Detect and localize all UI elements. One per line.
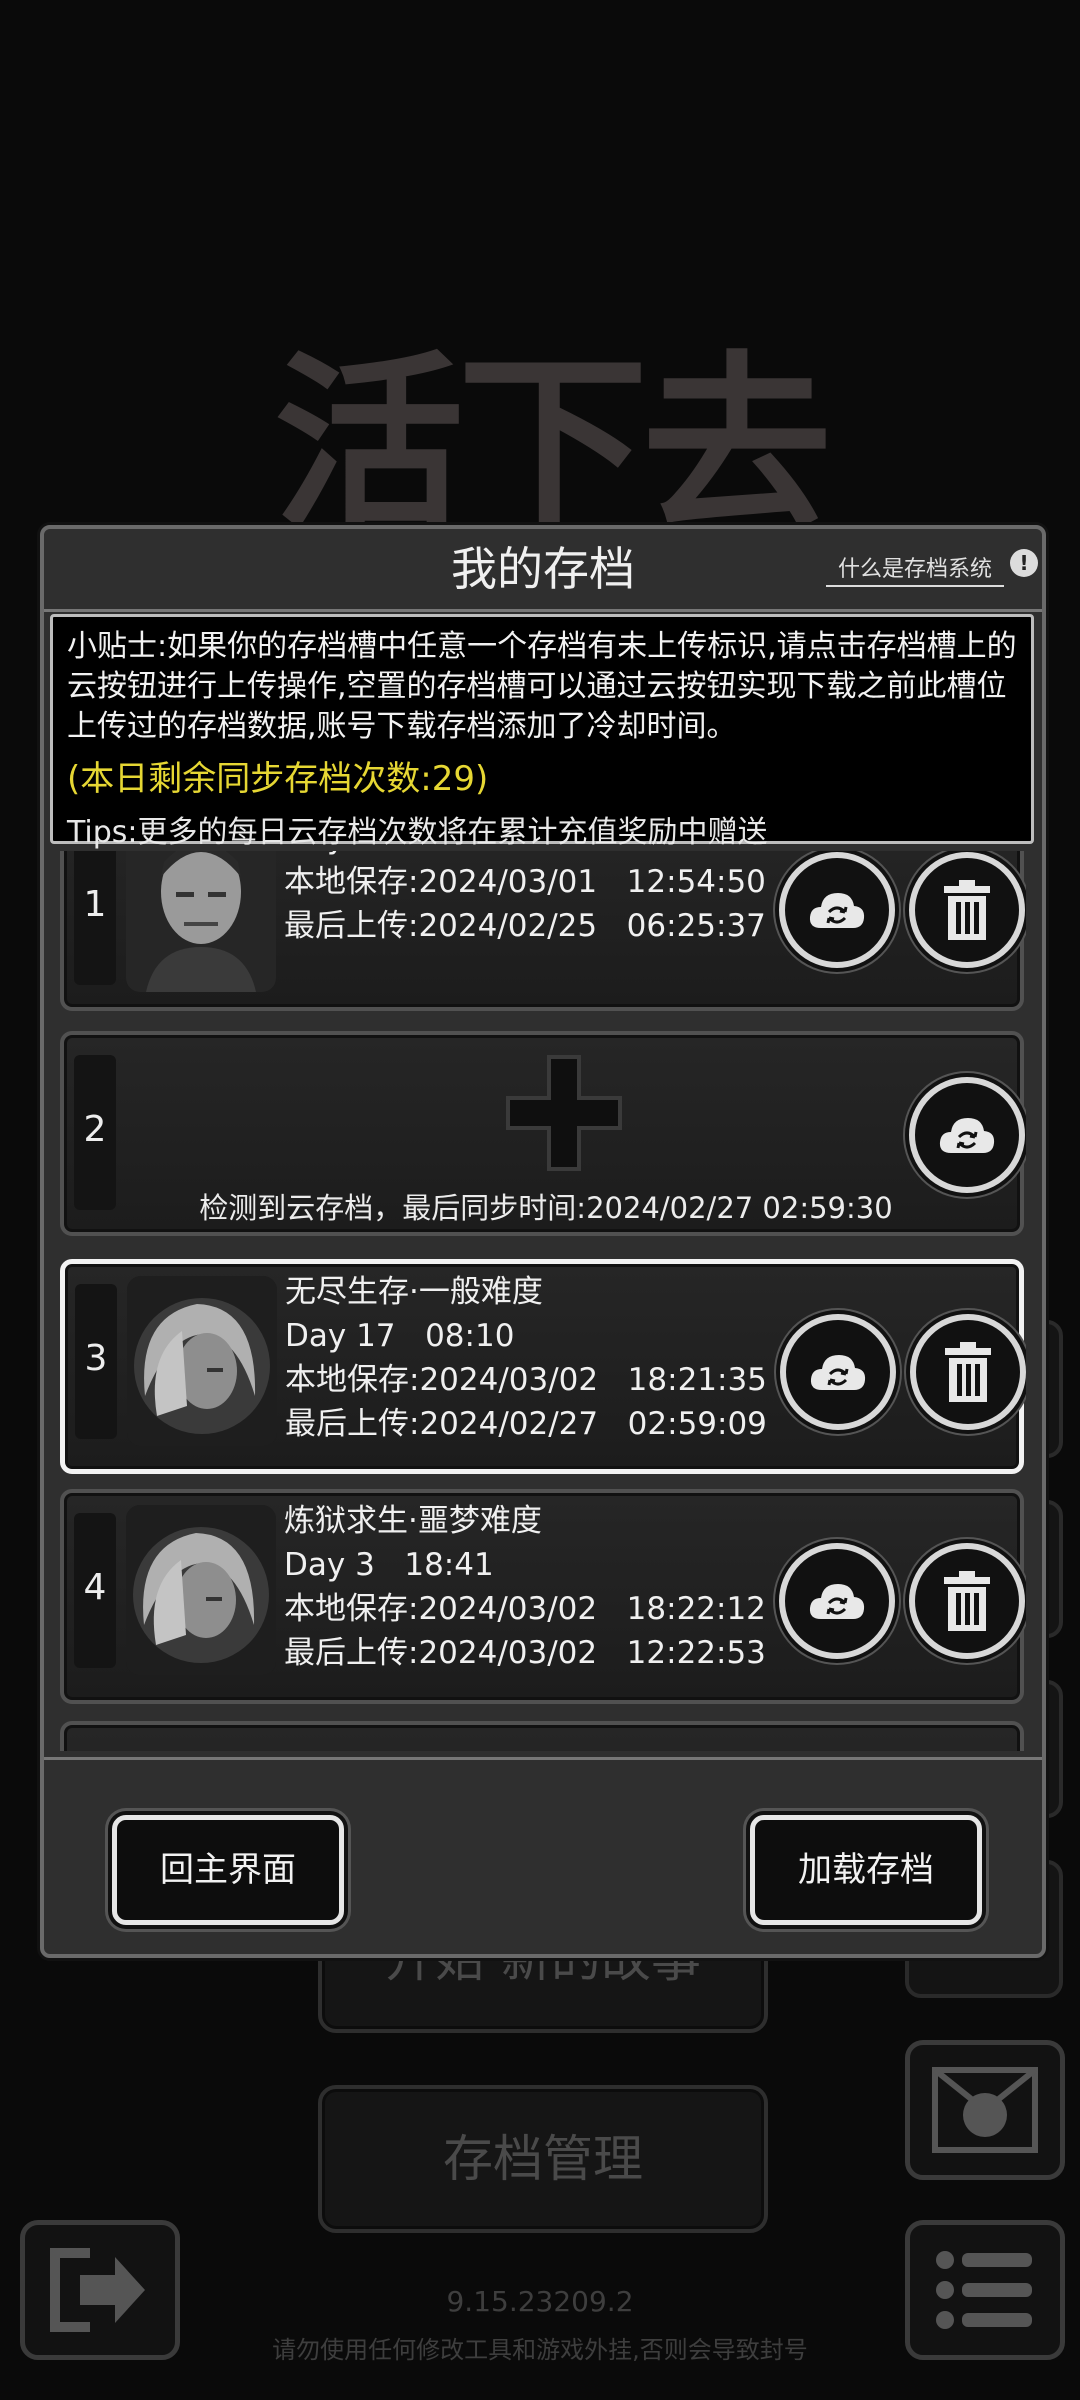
tip-text: 小贴士:如果你的存档槽中任意一个存档有未上传标识,请点击存档槽上的云按钮进行上传… [67, 629, 1017, 744]
trash-icon [945, 1342, 991, 1402]
slot-last-upload: 最后上传:2024/03/02 12:22:53 [284, 1635, 766, 1671]
save-system-help-link[interactable]: 什么是存档系统 [825, 551, 1004, 587]
delete-button[interactable] [909, 1543, 1025, 1659]
save-slot[interactable] [60, 1721, 1024, 1751]
save-slot[interactable]: 1 Day 1 09:46 本地保存:2024/03/01 12:54:50 最后上… [60, 851, 1025, 1011]
save-slot-empty[interactable]: 2 检测到云存档，最后同步时间:2024/02/27 02:59:30 [60, 1031, 1025, 1236]
slot-info: 无尽生存·一般难度 Day 17 08:10 本地保存:2024/03/02 18:… [285, 1270, 767, 1446]
dialog-footer: 回主界面 加载存档 [44, 1757, 1042, 1957]
trash-icon [944, 880, 990, 940]
version-label: 9.15.23209.2 [446, 2285, 634, 2318]
slot-info: Day 1 09:46 本地保存:2024/03/01 12:54:50 最后上传:… [284, 851, 766, 948]
cloud-sync-button[interactable] [780, 1314, 896, 1430]
cloud-sync-icon [809, 893, 865, 928]
info-icon[interactable]: ! [1010, 549, 1038, 577]
cloud-sync-icon [939, 1118, 995, 1153]
slot-day: Day 3 18:41 [284, 1547, 494, 1583]
cloud-sync-icon [809, 1584, 865, 1619]
slot-last-upload: 最后上传:2024/02/27 02:59:09 [285, 1406, 767, 1442]
slot-local-save: 本地保存:2024/03/01 12:54:50 [284, 864, 766, 900]
save-slot[interactable]: 4 炼狱求生·噩梦难度 Day 3 18:41 本地保存:2024/03/02 18… [60, 1489, 1025, 1704]
load-save-button[interactable]: 加载存档 [750, 1815, 982, 1925]
slot-last-upload: 最后上传:2024/02/25 06:25:37 [284, 908, 766, 944]
slot-mode: 无尽生存·一般难度 [285, 1274, 543, 1310]
female-survivor-avatar [126, 1505, 276, 1675]
tip-box: 小贴士:如果你的存档槽中任意一个存档有未上传标识,请点击存档槽上的云按钮进行上传… [50, 614, 1034, 850]
slot-local-save: 本地保存:2024/03/02 18:22:12 [284, 1591, 766, 1627]
save-slot-list[interactable]: 1 Day 1 09:46 本地保存:2024/03/01 12:54:50 最后上… [56, 851, 1026, 1751]
delete-button[interactable] [909, 852, 1025, 968]
delete-button[interactable] [910, 1314, 1026, 1430]
slot-number: 3 [84, 1338, 108, 1379]
slot-number: 1 [83, 884, 107, 925]
tip-note: Tips:更多的每日云存档次数将在累计充值奖励中赠送 [67, 815, 768, 850]
slot-day: Day 17 08:10 [285, 1318, 515, 1354]
save-dialog: 我的存档 什么是存档系统 ! 小贴士:如果你的存档槽中任意一个存档有未上传标识,… [40, 525, 1046, 1958]
return-home-button[interactable]: 回主界面 [112, 1815, 344, 1925]
slot-local-save: 本地保存:2024/03/02 18:21:35 [285, 1362, 767, 1398]
trash-icon [944, 1571, 990, 1631]
save-manage-button: 存档管理 [318, 2085, 768, 2233]
slot-info: 炼狱求生·噩梦难度 Day 3 18:41 本地保存:2024/03/02 18:2… [284, 1499, 766, 1675]
slot-mode: 炼狱求生·噩梦难度 [284, 1503, 542, 1539]
cloud-sync-button[interactable] [779, 852, 895, 968]
female-survivor-avatar [127, 1276, 277, 1446]
cloud-sync-icon [810, 1355, 866, 1390]
announcement-button[interactable] [905, 2040, 1065, 2180]
megaphone-icon [932, 2067, 1038, 2153]
slot-day: Day 1 09:46 [284, 851, 766, 860]
save-slot-selected[interactable]: 3 无尽生存·一般难度 Day 17 08:10 本地保存:2024/03/02 1… [60, 1259, 1026, 1474]
sync-count-text: (本日剩余同步存档次数:29) [67, 759, 489, 799]
male-survivor-avatar [126, 851, 276, 992]
anti-cheat-warning: 请勿使用任何修改工具和游戏外挂,否则会导致封号 [272, 2336, 808, 2364]
cloud-download-button[interactable] [909, 1077, 1025, 1193]
cloud-save-detected-text: 检测到云存档，最后同步时间:2024/02/27 02:59:30 [199, 1191, 893, 1225]
plus-icon [504, 1053, 624, 1177]
cloud-sync-button[interactable] [779, 1543, 895, 1659]
slot-number: 4 [83, 1567, 107, 1608]
